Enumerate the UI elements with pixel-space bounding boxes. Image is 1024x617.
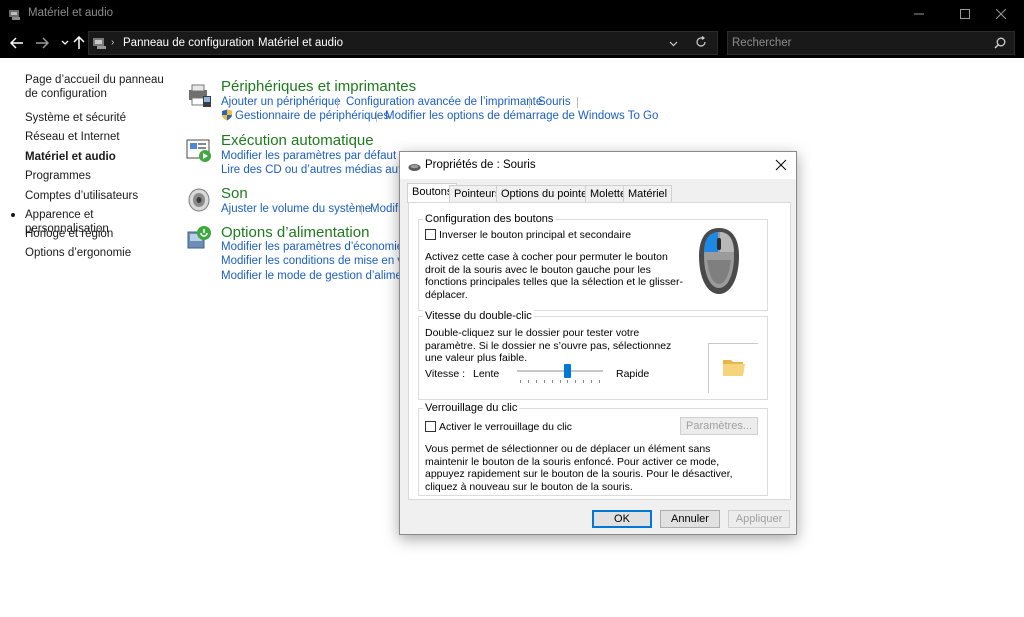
sidebar-item-home[interactable]: Page d’accueil du panneau de configurati… bbox=[25, 73, 175, 101]
control-panel-icon bbox=[8, 7, 22, 21]
ok-button[interactable]: OK bbox=[592, 510, 652, 528]
link-separator bbox=[337, 97, 338, 108]
sidebar-item-user-accounts[interactable]: Comptes d’utilisateurs bbox=[25, 189, 175, 203]
close-button[interactable] bbox=[978, 0, 1024, 28]
double-click-speed-slider[interactable] bbox=[517, 362, 603, 384]
control-panel-icon bbox=[92, 36, 108, 53]
sidebar-item-system-security[interactable]: Système et sécurité bbox=[25, 111, 175, 125]
category-autoplay-title[interactable]: Exécution automatique bbox=[221, 132, 374, 149]
slider-track bbox=[517, 370, 603, 372]
breadcrumb-hardware-audio[interactable]: Matériel et audio bbox=[258, 37, 343, 49]
slider-tick bbox=[567, 380, 568, 383]
group-title-click-lock: Verrouillage du clic bbox=[423, 402, 520, 414]
link-separator bbox=[577, 97, 578, 108]
dialog-close-button[interactable] bbox=[774, 158, 788, 172]
cancel-button[interactable]: Annuler bbox=[660, 510, 720, 528]
link-power-management[interactable]: Modifier le mode de gestion d’alimentat bbox=[221, 270, 421, 282]
minimize-button[interactable] bbox=[896, 0, 942, 28]
mouse-properties-dialog: Propriétés de : Souris Boutons Pointeurs… bbox=[399, 151, 797, 535]
category-devices-title[interactable]: Périphériques et imprimantes bbox=[221, 78, 416, 95]
slider-tick bbox=[599, 380, 600, 383]
slider-tick bbox=[520, 380, 521, 383]
slider-tick bbox=[552, 380, 553, 383]
link-separator bbox=[361, 204, 362, 215]
power-options-icon bbox=[185, 224, 213, 255]
breadcrumb-control-panel[interactable]: Panneau de configuration bbox=[123, 37, 254, 49]
apply-button[interactable]: Appliquer bbox=[728, 510, 790, 528]
slider-tick bbox=[560, 380, 561, 383]
forward-button[interactable] bbox=[34, 35, 50, 51]
search-input[interactable] bbox=[732, 35, 982, 51]
folder-icon[interactable] bbox=[721, 354, 747, 383]
test-area[interactable] bbox=[708, 343, 758, 393]
slider-tick bbox=[528, 380, 529, 383]
click-lock-label[interactable]: Activer le verrouillage du clic bbox=[439, 421, 572, 434]
sidebar-item-ease-of-access[interactable]: Options d’ergonomie bbox=[25, 246, 175, 260]
link-separator bbox=[376, 111, 377, 122]
link-advanced-printer[interactable]: Configuration avancée de l’imprimante bbox=[346, 96, 542, 108]
link-add-device[interactable]: Ajouter un périphérique bbox=[221, 96, 341, 108]
printer-icon bbox=[185, 82, 213, 113]
mouse-icon bbox=[408, 161, 421, 175]
link-autoplay-cds[interactable]: Lire des CD ou d’autres médias automat bbox=[221, 164, 427, 176]
speed-fast-label: Rapide bbox=[616, 368, 650, 380]
breadcrumb-separator-icon: › bbox=[247, 37, 251, 48]
slider-tick bbox=[583, 380, 584, 383]
category-sound-title[interactable]: Son bbox=[221, 185, 248, 202]
double-click-description: Double-cliquez sur le dossier pour teste… bbox=[425, 327, 672, 364]
mouse-illustration-icon bbox=[697, 226, 741, 299]
click-lock-settings-button[interactable]: Paramètres... bbox=[680, 417, 758, 435]
address-bar: › Panneau de configuration › Matériel et… bbox=[0, 28, 1024, 58]
category-power-title[interactable]: Options d’alimentation bbox=[221, 224, 369, 241]
link-device-manager[interactable]: Gestionnaire de périphériques bbox=[235, 110, 389, 122]
title-bar: Matériel et audio bbox=[0, 0, 1024, 28]
swap-buttons-label[interactable]: Inverser le bouton principal et secondai… bbox=[439, 229, 631, 242]
click-lock-checkbox[interactable] bbox=[425, 421, 436, 432]
refresh-icon[interactable] bbox=[695, 36, 707, 51]
link-separator bbox=[529, 97, 530, 108]
link-adjust-volume[interactable]: Ajuster le volume du système bbox=[221, 203, 371, 215]
autoplay-icon bbox=[185, 136, 213, 167]
group-title-button-config: Configuration des boutons bbox=[423, 213, 556, 225]
group-title-double-click: Vitesse du double-clic bbox=[423, 310, 534, 322]
speed-label: Vitesse : bbox=[425, 368, 466, 380]
click-lock-description: Vous permet de sélectionner ou de déplac… bbox=[425, 443, 733, 493]
search-icon[interactable] bbox=[994, 37, 1006, 52]
slider-tick bbox=[544, 380, 545, 383]
window-title: Matériel et audio bbox=[28, 7, 114, 19]
slider-tick bbox=[575, 380, 576, 383]
sidebar-item-network[interactable]: Réseau et Internet bbox=[25, 130, 175, 144]
speed-slow-label: Lente bbox=[473, 368, 500, 380]
up-button[interactable] bbox=[71, 35, 87, 51]
link-autoplay-defaults[interactable]: Modifier les paramètres par défaut pour bbox=[221, 150, 422, 162]
slider-tick bbox=[591, 380, 592, 383]
swap-buttons-description: Activez cette case à cocher pour permute… bbox=[425, 251, 683, 301]
back-button[interactable] bbox=[9, 35, 25, 51]
sidebar-item-clock-region[interactable]: Horloge et région bbox=[25, 227, 175, 241]
slider-tick bbox=[536, 380, 537, 383]
link-mouse[interactable]: Souris bbox=[538, 96, 571, 108]
tab-hardware[interactable]: Matériel bbox=[623, 185, 673, 202]
link-windows-to-go[interactable]: Modifier les options de démarrage de Win… bbox=[385, 110, 658, 122]
dialog-title-bar: Propriétés de : Souris bbox=[400, 152, 796, 179]
uac-shield-icon bbox=[221, 109, 233, 124]
active-bullet bbox=[11, 213, 15, 217]
link-power-saving[interactable]: Modifier les paramètres d’économie d’é bbox=[221, 241, 422, 253]
sidebar-item-programs[interactable]: Programmes bbox=[25, 169, 175, 183]
sidebar-item-hardware-audio[interactable]: Matériel et audio bbox=[25, 150, 175, 164]
breadcrumb-separator-icon: › bbox=[111, 37, 115, 48]
slider-thumb[interactable] bbox=[564, 364, 571, 378]
search-box[interactable] bbox=[727, 31, 1015, 55]
link-sound-modify[interactable]: Modifi bbox=[370, 203, 401, 215]
speaker-icon bbox=[185, 186, 213, 217]
path-box[interactable]: › Panneau de configuration › Matériel et… bbox=[88, 31, 718, 55]
chevron-down-icon[interactable] bbox=[669, 37, 678, 51]
tab-panel-buttons: Configuration des boutons Inverser le bo… bbox=[408, 202, 791, 500]
dialog-title: Propriétés de : Souris bbox=[425, 159, 536, 171]
swap-buttons-checkbox[interactable] bbox=[425, 229, 436, 240]
link-sleep-conditions[interactable]: Modifier les conditions de mise en veill… bbox=[221, 255, 424, 267]
slider-ticks bbox=[517, 380, 603, 383]
sidebar: Page d’accueil du panneau de configurati… bbox=[0, 58, 180, 617]
